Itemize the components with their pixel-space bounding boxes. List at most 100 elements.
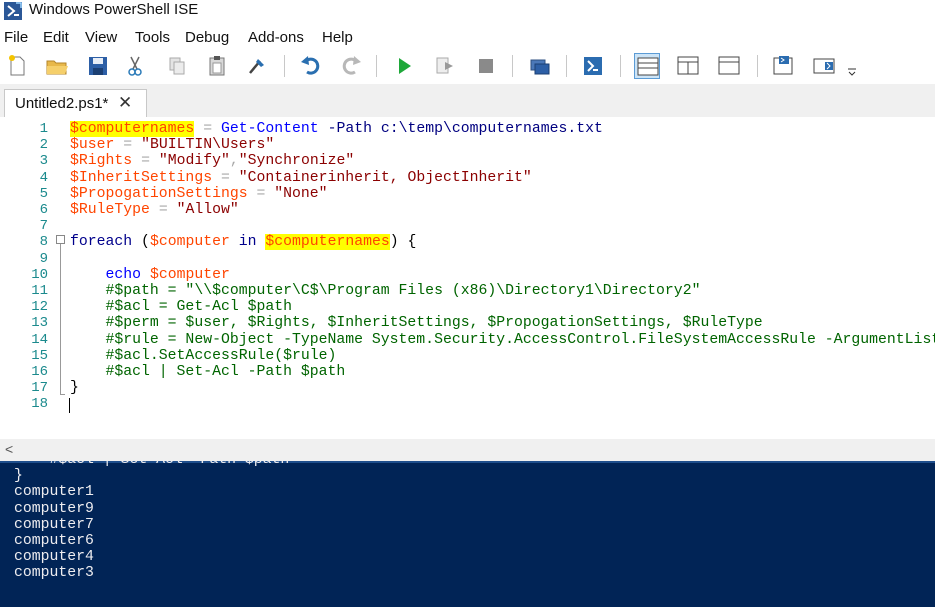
code-line: #$perm = $user, $Rights, $InheritSetting… — [70, 315, 763, 331]
code-token: $computer — [149, 266, 230, 283]
script-editor[interactable]: 1 2 3 4 5 6 7 8 9 10 11 12 13 14 15 16 17 18 $computernam… — [0, 117, 935, 439]
console-line: computer7 — [14, 516, 94, 533]
menu-add-ons[interactable]: Add-ons — [248, 29, 304, 46]
horizontal-scrollbar[interactable]: < — [0, 439, 935, 461]
menu-file[interactable]: File — [4, 29, 28, 46]
code-token: ( — [132, 234, 150, 251]
line-number: 5 — [39, 185, 48, 202]
run-script-icon[interactable] — [391, 53, 417, 79]
stop-icon[interactable] — [473, 53, 499, 79]
scroll-left-icon[interactable]: < — [5, 441, 13, 457]
code-token: $user — [70, 137, 115, 154]
menu-help[interactable]: Help — [322, 29, 353, 46]
line-number: 12 — [31, 299, 48, 316]
undo-icon[interactable] — [298, 53, 324, 79]
code-token: foreach — [70, 234, 133, 251]
copy-icon[interactable] — [164, 53, 190, 79]
code-token: $computer — [149, 234, 230, 251]
menu-edit[interactable]: Edit — [43, 29, 69, 46]
line-number: 6 — [39, 202, 48, 218]
console-pane[interactable]: #$acl | Set-Acl -Path $path}computer1com… — [0, 461, 935, 607]
code-line: #$acl.SetAccessRule($rule) — [70, 347, 337, 364]
code-token: $InheritSettings — [70, 169, 213, 186]
code-token: #$acl.SetAccessRule($rule) — [70, 347, 337, 364]
code-token: $Rights — [70, 153, 133, 170]
code-token: } — [70, 380, 79, 397]
line-number: 3 — [39, 153, 48, 170]
highlighted-token: $computernames — [265, 234, 390, 251]
powershell-console-icon[interactable] — [580, 53, 606, 79]
code-line: echo $computer — [70, 267, 230, 283]
code-token: #$acl | Set-Acl -Path $path — [70, 364, 346, 380]
redo-icon[interactable] — [338, 53, 364, 79]
new-file-icon[interactable] — [4, 53, 30, 79]
code-token: echo — [105, 266, 142, 283]
console-line: computer3 — [14, 565, 94, 582]
code-line: #$acl | Set-Acl -Path $path — [70, 364, 346, 380]
close-icon[interactable]: ✕ — [118, 94, 132, 112]
line-number: 4 — [39, 169, 48, 186]
show-command-addon-icon[interactable] — [811, 53, 837, 79]
code-token: #$acl = Get-Acl $path — [70, 299, 292, 316]
line-number: 2 — [39, 137, 48, 154]
code-line: } — [70, 380, 79, 396]
show-command-window-icon[interactable] — [770, 53, 796, 79]
line-number: 9 — [39, 250, 48, 267]
code-token: in — [238, 234, 257, 251]
clear-console-icon[interactable] — [244, 53, 270, 79]
code-token: = — [158, 202, 168, 218]
window-title: Windows PowerShell ISE — [29, 1, 199, 18]
run-selection-icon[interactable] — [432, 53, 458, 79]
open-folder-icon[interactable] — [44, 53, 70, 79]
toolbar — [0, 49, 935, 84]
menu-view[interactable]: View — [85, 29, 117, 46]
code-line: $user = "BUILTIN\Users" — [70, 137, 274, 153]
console-line: #$acl | Set-Acl -Path $path — [14, 461, 290, 468]
code-token: = — [141, 153, 150, 170]
powershell-ise-app-icon — [4, 2, 22, 20]
show-script-pane-maximized-icon[interactable] — [716, 53, 742, 79]
code-token: "Allow" — [176, 202, 239, 218]
code-token: = — [220, 169, 230, 186]
text-caret — [69, 398, 70, 413]
cut-icon[interactable] — [122, 53, 148, 79]
code-token: "Modify" — [158, 153, 230, 170]
menu-debug[interactable]: Debug — [185, 29, 229, 46]
code-token: = — [203, 121, 213, 137]
code-line: $InheritSettings = "Containerinherit, Ob… — [70, 170, 532, 186]
fold-region-end — [60, 394, 65, 395]
toolbar-separator — [620, 55, 621, 77]
remote-powershell-icon[interactable] — [526, 53, 552, 79]
show-script-pane-right-icon[interactable] — [675, 53, 701, 79]
highlighted-token: $computernames — [70, 121, 195, 137]
code-line: $Rights = "Modify","Synchronize" — [70, 153, 354, 169]
line-number: 18 — [31, 396, 48, 413]
fold-region-line — [60, 244, 61, 394]
paste-icon[interactable] — [204, 53, 230, 79]
fold-toggle-icon[interactable] — [56, 235, 65, 244]
code-line: $PropogationSettings = "None" — [70, 186, 328, 202]
code-token: Get-Content — [221, 121, 319, 137]
overflow-chevron-icon[interactable] — [845, 53, 859, 79]
line-number: 10 — [31, 266, 48, 283]
save-icon[interactable] — [85, 53, 111, 79]
tab-untitled2[interactable]: Untitled2.ps1* ✕ — [4, 89, 147, 117]
code-token: "Containerinherit, ObjectInherit" — [238, 169, 532, 186]
code-token: $RuleType — [70, 202, 150, 218]
code-token: ) { — [389, 234, 417, 251]
code-token: = — [123, 137, 133, 154]
show-script-pane-top-icon[interactable] — [634, 53, 660, 79]
code-token: -Path — [327, 121, 372, 137]
code-line: #$rule = New-Object -TypeName System.Sec… — [70, 332, 935, 348]
menu-tools[interactable]: Tools — [135, 29, 170, 46]
